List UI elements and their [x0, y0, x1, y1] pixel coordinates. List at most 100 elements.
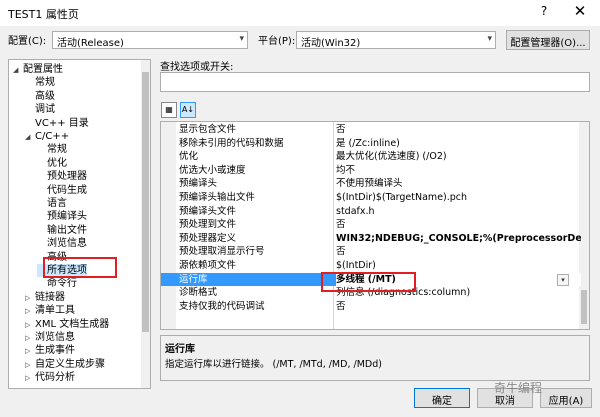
tree-item[interactable]: 高级 [25, 90, 55, 103]
expand-arrow-icon[interactable]: ▷ [25, 345, 35, 358]
property-name: 预编译头 [179, 178, 218, 190]
tree-item-label: VC++ 目录 [35, 117, 89, 129]
property-row[interactable]: 预编译头文件 stdafx.h [161, 205, 581, 219]
tree-item[interactable]: 输出文件 [37, 224, 87, 237]
property-row[interactable]: 源依赖项文件 $(IntDir) [161, 259, 581, 273]
tree-item[interactable]: 调试 [25, 103, 55, 116]
tree-item[interactable]: 常规 [37, 143, 67, 156]
property-row[interactable]: 预编译头 不使用预编译头 [161, 177, 581, 191]
tree-item-label: 链接器 [35, 291, 65, 303]
collapse-arrow-icon[interactable]: ◢ [13, 64, 23, 77]
property-row[interactable]: 预处理到文件 否 [161, 218, 581, 232]
property-value: 否 [336, 246, 346, 258]
expand-arrow-icon[interactable]: ▷ [25, 319, 35, 332]
property-row[interactable]: 预处理取消显示行号 否 [161, 245, 581, 259]
property-row[interactable]: 预处理器定义 WIN32;NDEBUG;_CONSOLE;%(Preprocess… [161, 232, 581, 246]
tree-item[interactable]: 优化 [37, 157, 67, 170]
chevron-down-icon: ▾ [487, 34, 492, 44]
tree-item[interactable]: ▷ 链接器 [25, 291, 65, 304]
tree-scrollbar[interactable] [141, 60, 150, 388]
property-name: 优化 [179, 151, 199, 163]
tree-item-label: 预处理器 [47, 171, 87, 183]
watermark: 奇牛编程 [494, 381, 543, 395]
property-value: $(IntDir) [336, 260, 376, 271]
chevron-down-icon[interactable]: ▾ [557, 273, 569, 286]
expand-arrow-icon[interactable]: ▷ [25, 372, 35, 385]
property-name: 预处理器定义 [179, 232, 237, 244]
property-name: 预编译头文件 [179, 205, 237, 217]
tree-item[interactable]: ◢ 配置属性 [13, 63, 63, 76]
tree-item[interactable]: ▷ 浏览信息 [25, 331, 75, 344]
platform-label: 平台(P): [258, 36, 296, 47]
search-input[interactable] [160, 72, 590, 92]
property-row[interactable]: 优选大小或速度 均不 [161, 164, 581, 178]
property-row[interactable]: 显示包含文件 否 [161, 123, 581, 137]
tree-item-label: 常规 [47, 144, 67, 156]
tree-item-label: 常规 [35, 77, 55, 89]
tree-item[interactable]: 预处理器 [37, 170, 87, 183]
property-value: 最大优化(优选速度) (/O2) [336, 151, 447, 163]
tree-item-label: 高级 [35, 90, 55, 102]
property-name: 预处理到文件 [179, 219, 237, 231]
tree-item-label: 配置属性 [23, 64, 63, 75]
tree-item[interactable]: ▷ 生成事件 [25, 344, 75, 357]
property-value: 不使用预编译头 [336, 178, 403, 190]
description-text: 指定运行库以进行链接。 (/MT, /MTd, /MD, /MDd) [165, 359, 382, 370]
property-grid[interactable]: 显示包含文件否移除未引用的代码和数据 是 (/Zc:inline) 优化 最大优化(优… [160, 121, 590, 330]
config-combo[interactable]: 活动(Release) ▾ [52, 31, 248, 49]
platform-combo[interactable]: 活动(Win32) ▾ [296, 31, 496, 49]
tree-item[interactable]: 浏览信息 [37, 237, 87, 250]
property-value: stdafx.h [336, 205, 375, 217]
property-name: 优选大小或速度 [179, 164, 246, 176]
tree-item-label: 清单工具 [35, 305, 75, 317]
config-manager-button[interactable]: 配置管理器(O)... [506, 30, 590, 50]
tree-item-label: 代码分析 [35, 372, 75, 384]
tree-item[interactable]: ▷ 自定义生成步骤 [25, 358, 105, 371]
description-panel: 运行库 指定运行库以进行链接。 (/MT, /MTd, /MD, /MDd) [160, 335, 590, 381]
tree-item[interactable]: ▷ 代码分析 [25, 371, 75, 384]
tree-item-label: 自定义生成步骤 [35, 358, 105, 370]
highlight-box-tree [43, 257, 117, 278]
property-row[interactable]: 预编译头输出文件 $(IntDir)$(TargetName).pch [161, 191, 581, 205]
property-row[interactable]: 支持仅我的代码调试 否 [161, 300, 581, 314]
tree-item[interactable]: ◢ C/C++ [25, 130, 69, 143]
tree-item[interactable]: 预编译头 [37, 210, 87, 223]
property-name: 支持仅我的代码调试 [179, 300, 265, 312]
property-name: 移除未引用的代码和数据 [179, 137, 284, 149]
tree-item[interactable]: 语言 [37, 197, 67, 210]
tree-item[interactable]: VC++ 目录 [25, 117, 89, 130]
tree-item[interactable]: 命令行 [37, 277, 77, 290]
property-value: WIN32;NDEBUG;_CONSOLE;%(PreprocessorDefi… [336, 232, 581, 244]
property-value: 否 [336, 219, 346, 231]
expand-arrow-icon[interactable]: ▷ [25, 359, 35, 372]
tree-item[interactable]: 代码生成 [37, 184, 87, 197]
close-icon[interactable]: ✕ [571, 2, 589, 20]
tree-item-label: 生成事件 [35, 345, 75, 357]
help-icon[interactable]: ? [537, 4, 551, 18]
title-bar: TEST1 属性页 ? ✕ [0, 0, 600, 26]
config-combo-value: 活动(Release) [57, 38, 124, 49]
tree-item[interactable]: ▷ 清单工具 [25, 304, 75, 317]
config-label: 配置(C): [8, 36, 47, 47]
tree-item-label: 优化 [47, 157, 67, 169]
tree-item-label: 浏览信息 [35, 332, 75, 343]
property-row[interactable]: 移除未引用的代码和数据 是 (/Zc:inline) [161, 137, 581, 151]
expand-arrow-icon[interactable]: ▷ [25, 292, 35, 305]
tree-item-label: 命令行 [47, 278, 77, 290]
tree-scrollbar-thumb[interactable] [142, 72, 149, 332]
expand-arrow-icon[interactable]: ▷ [25, 305, 35, 318]
grid-scrollbar-thumb[interactable] [581, 290, 587, 324]
tree-item[interactable]: 常规 [25, 76, 55, 89]
ok-button[interactable]: 确定 [414, 388, 470, 408]
categorized-view-icon[interactable]: ▦ [161, 102, 177, 118]
tree-item[interactable]: ▷ XML 文档生成器 [25, 318, 109, 331]
collapse-arrow-icon[interactable]: ◢ [25, 131, 35, 144]
property-row[interactable]: 优化 最大优化(优选速度) (/O2) [161, 150, 581, 164]
property-value: 是 (/Zc:inline) [336, 137, 400, 149]
expand-arrow-icon[interactable]: ▷ [25, 332, 35, 345]
apply-button[interactable]: 应用(A) [540, 388, 592, 408]
property-tree[interactable]: ▷ 代码分析 ▷ 自定义生成步骤 ▷ 生成事件 ▷ 浏览信息 ▷ XML 文档生成器 ▷ 清单工具 ▷ 链… [8, 59, 151, 389]
highlight-box-value [321, 272, 416, 292]
alphabetical-sort-icon[interactable]: A↓ [180, 102, 196, 118]
tree-item-label: 代码生成 [47, 184, 87, 196]
